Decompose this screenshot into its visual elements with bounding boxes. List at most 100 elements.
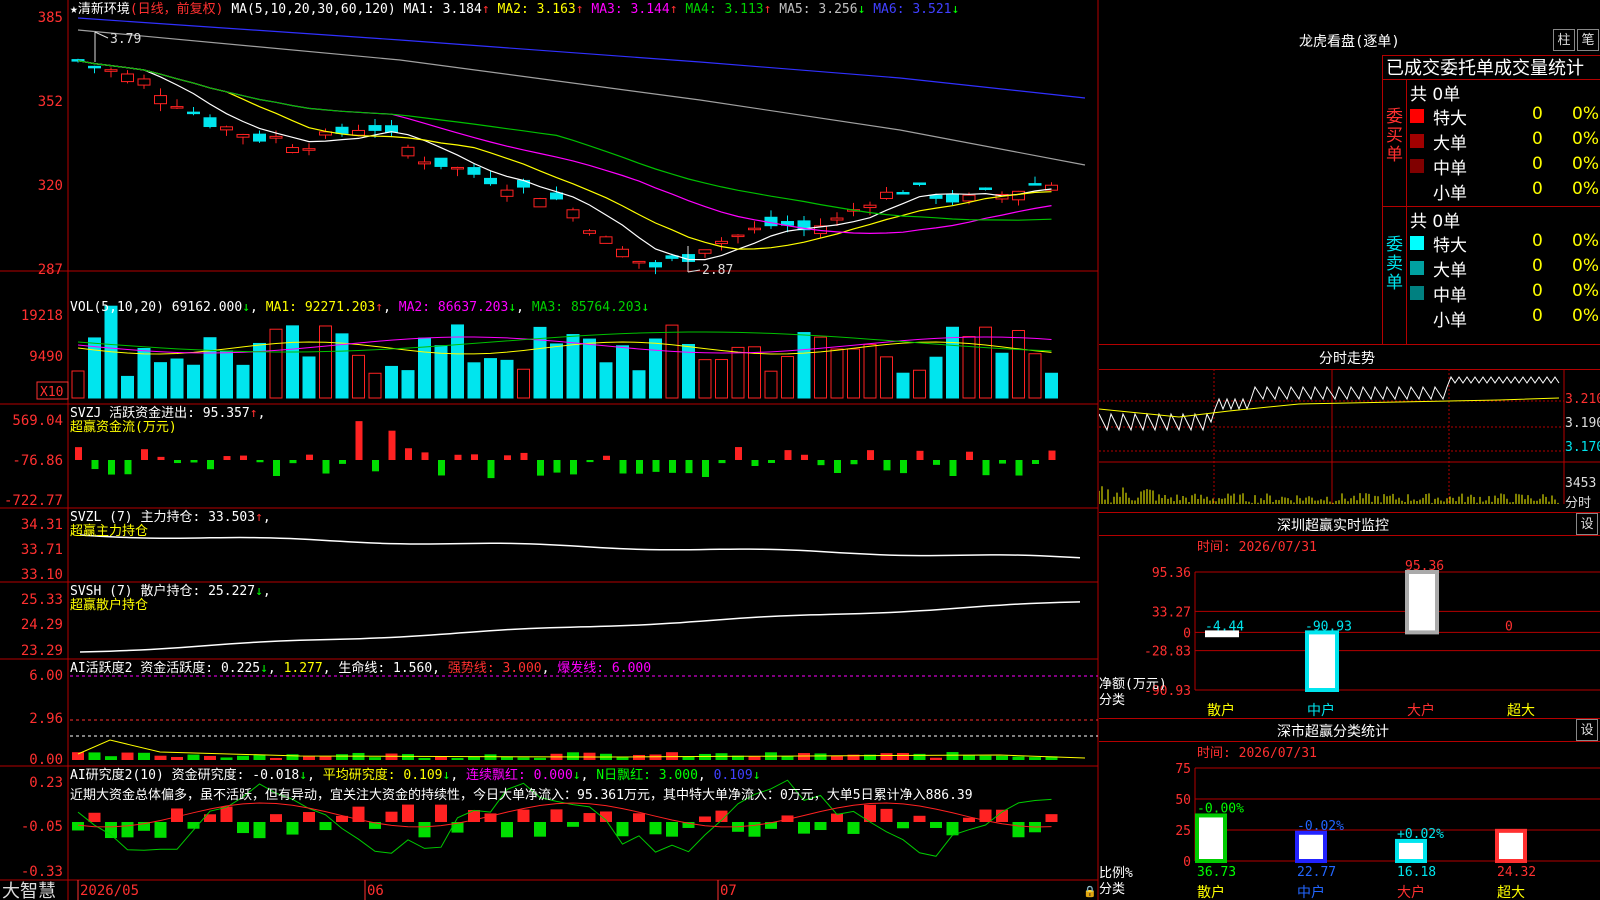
svsh-tick: 23.29 — [21, 643, 63, 659]
volume-bar — [797, 332, 811, 399]
svzj-bar — [537, 460, 544, 476]
ai2-bar — [517, 809, 530, 822]
ai1-bar — [946, 752, 959, 760]
ai1-bar — [831, 755, 843, 760]
ma-line — [77, 60, 1052, 250]
ai2-tick: -0.05 — [21, 819, 63, 835]
volume-bar — [385, 365, 398, 399]
volume-bar — [880, 356, 893, 399]
svzj-bar — [669, 460, 676, 473]
volume-bar — [269, 328, 283, 399]
ai1-tick: 6.00 — [29, 668, 63, 684]
order-type: 中单 — [1433, 159, 1467, 179]
svzj-bar — [718, 460, 726, 464]
order-pct: 0% — [1572, 104, 1599, 124]
svzj-bar — [999, 460, 1006, 464]
ai1-indicator — [70, 675, 1098, 760]
svzj-sub: 超赢资金流(万元) — [70, 420, 177, 435]
svzj-bar — [883, 460, 891, 471]
order-count: 0 — [1532, 104, 1543, 124]
ma6-label: MA6: 3.521 — [873, 2, 952, 17]
svzj-bar — [1015, 460, 1023, 476]
monitor-tick: 33.27 — [1152, 605, 1191, 620]
main-chart-area[interactable]: 385 352 320 287 19218 9490 569.04 -76.86… — [0, 0, 1100, 900]
ai1-bar — [484, 754, 497, 760]
monitor-value-label: -4.44 — [1205, 619, 1244, 634]
svzj-bar — [982, 460, 990, 476]
candle — [418, 161, 431, 165]
ai1-bar — [220, 757, 233, 760]
candle — [748, 227, 761, 231]
svzl-tick: 33.10 — [21, 567, 63, 583]
svsh-line — [79, 601, 1081, 653]
ai2-bar — [616, 822, 629, 837]
ai2-bar — [567, 822, 579, 827]
fenshi-chart[interactable] — [1099, 369, 1600, 512]
lhb-title: 龙虎看盘(逐单) — [1299, 34, 1400, 50]
svzl-tick: 34.31 — [21, 517, 63, 533]
svzj-bar — [867, 450, 874, 460]
volume-bar — [781, 356, 794, 399]
volume-bar — [236, 364, 250, 399]
classstat-xlabel: 分类 — [1099, 882, 1125, 897]
ma-params: MA(5,10,20,30,60,120) — [231, 2, 396, 17]
monitor-category: 大户 — [1407, 702, 1435, 718]
volume-bar — [698, 359, 712, 399]
ai2-c: 连续飘红: 0.000 — [466, 768, 573, 783]
ai2-bar — [798, 822, 810, 834]
classstat-chart: 75 50 25 0 -0.00% 36.73 散户 -0.02% 22.77 中户 +0.02% 1… — [1099, 762, 1600, 900]
classstat-settings-button[interactable]: 设 — [1576, 719, 1598, 741]
candle — [203, 117, 217, 128]
ai1-d: 强势线: 3.000 — [447, 661, 542, 676]
candle — [863, 204, 877, 209]
price-candles — [71, 58, 1058, 275]
candle — [434, 157, 448, 167]
svzj-bar — [817, 460, 825, 466]
order-count: 0 — [1532, 281, 1543, 301]
ai2-a: AI研究度2(10) 资金研究度: -0.018 — [70, 768, 300, 783]
ai2-bar — [880, 808, 893, 822]
monitor-title: 深圳超赢实时监控 — [1277, 518, 1389, 534]
ai1-bar — [880, 753, 893, 760]
monitor-value-label: -90.93 — [1305, 619, 1352, 634]
fenshi-tick: 3.170 — [1565, 440, 1600, 455]
classstat-category: 超大 — [1497, 885, 1525, 900]
tick-mode-button[interactable]: 笔 — [1577, 29, 1599, 51]
ai1-bar — [253, 754, 266, 760]
volume-bar — [137, 347, 151, 399]
star-icon: ★ — [70, 2, 78, 17]
candle — [335, 126, 349, 134]
volume-bar — [550, 343, 563, 399]
svsh-line — [79, 601, 1081, 653]
vol-tick: 9490 — [29, 349, 63, 365]
candle — [896, 191, 910, 195]
candle — [187, 111, 200, 115]
ma-lines — [77, 17, 1086, 261]
ai2-bar — [105, 822, 117, 839]
monitor-category: 超大 — [1507, 703, 1535, 718]
order-swatch — [1410, 286, 1424, 300]
volume-bar — [896, 372, 910, 399]
candle — [616, 248, 629, 258]
svzj-bar — [685, 460, 693, 474]
candle — [484, 177, 497, 185]
bar-mode-button[interactable]: 柱 — [1553, 29, 1575, 51]
volume-bars — [71, 305, 1058, 399]
svzl-line — [79, 534, 1081, 559]
volume-bar — [1012, 329, 1025, 399]
vol-ma2: MA2: 86637.203 — [398, 300, 509, 315]
ai1-a: AI活跃度2 资金活跃度: 0.225 — [70, 661, 261, 676]
lock-icon[interactable]: 🔒 — [1083, 885, 1097, 898]
ai1-bar — [237, 755, 249, 760]
ai1-bar — [451, 757, 464, 760]
ai1-bar — [633, 754, 645, 760]
volume-bar — [401, 370, 415, 399]
classstat-change: -0.00% — [1197, 801, 1244, 816]
ai1-bar — [270, 757, 282, 760]
candle — [698, 249, 712, 254]
volume-bar — [764, 370, 778, 399]
monitor-settings-button[interactable]: 设 — [1576, 513, 1598, 535]
order-pct: 0% — [1572, 154, 1599, 174]
svzl-line — [79, 534, 1081, 559]
svsh-tick: 24.29 — [21, 617, 63, 633]
